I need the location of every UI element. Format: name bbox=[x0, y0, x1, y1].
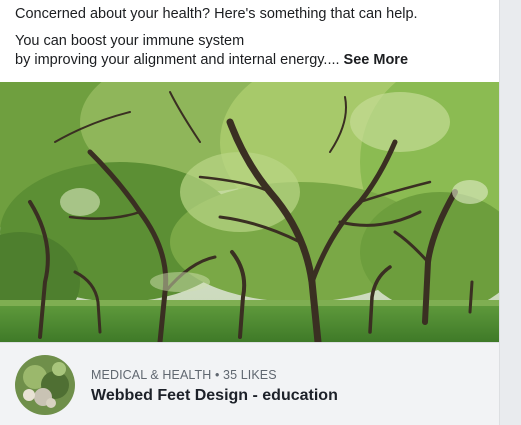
park-trees-image bbox=[0, 82, 499, 342]
post-body-line-2: by improving your alignment and internal… bbox=[15, 51, 485, 70]
page-likes: 35 LIKES bbox=[223, 368, 277, 382]
page-avatar[interactable] bbox=[15, 355, 75, 415]
link-preview-footer[interactable]: MEDICAL & HEALTH • 35 LIKES Webbed Feet … bbox=[0, 342, 499, 425]
feed-gutter bbox=[499, 0, 521, 425]
post-message: Concerned about your health? Here's some… bbox=[15, 5, 485, 70]
see-more-link[interactable]: See More bbox=[344, 52, 408, 68]
post-photo[interactable] bbox=[0, 82, 499, 342]
link-meta: MEDICAL & HEALTH • 35 LIKES bbox=[91, 368, 277, 382]
post-body-line-1: You can boost your immune system bbox=[15, 33, 245, 49]
post-body-text: by improving your alignment and internal… bbox=[15, 52, 340, 68]
page-avatar-image bbox=[15, 355, 75, 415]
page-name-link[interactable]: Webbed Feet Design - education bbox=[91, 387, 338, 405]
page-category: MEDICAL & HEALTH bbox=[91, 368, 212, 382]
post-headline: Concerned about your health? Here's some… bbox=[15, 6, 418, 22]
feed-post: Concerned about your health? Here's some… bbox=[0, 0, 499, 425]
meta-separator: • bbox=[214, 368, 220, 382]
